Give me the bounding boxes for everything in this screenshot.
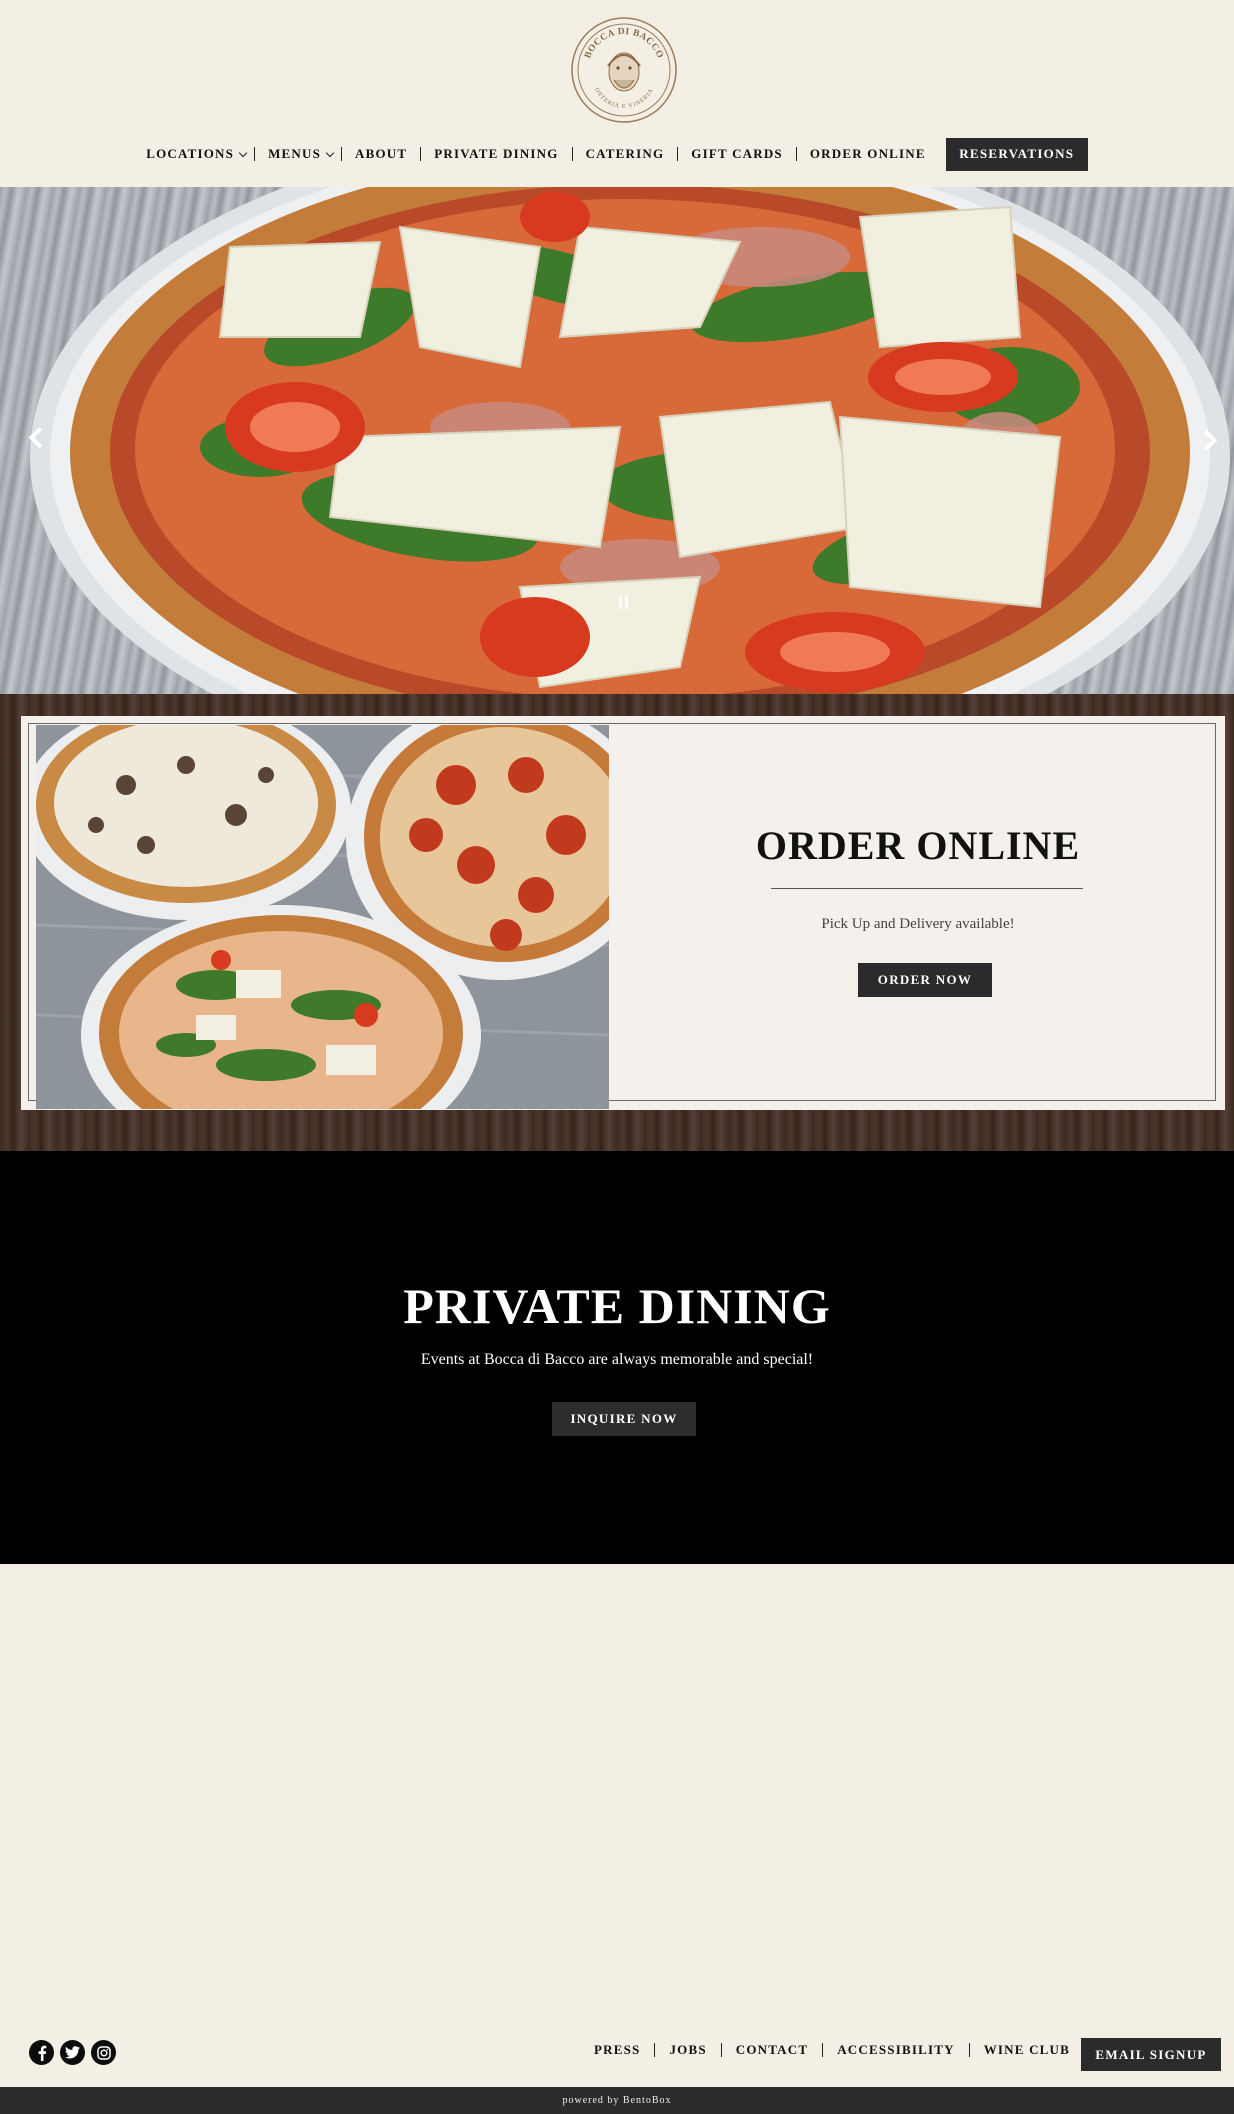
- nav-menus-label: MENUS: [268, 146, 322, 161]
- hero-slideshow: [0, 187, 1234, 694]
- instagram-icon[interactable]: [91, 2040, 116, 2065]
- order-online-subtitle: Pick Up and Delivery available!: [821, 916, 1015, 932]
- nav-gift-cards[interactable]: GIFT CARDS: [691, 146, 783, 162]
- chevron-down-icon: [325, 148, 335, 157]
- footer-link-jobs[interactable]: JOBS: [669, 2042, 706, 2058]
- order-online-card: ORDER ONLINE Pick Up and Delivery availa…: [21, 716, 1225, 1110]
- pause-icon[interactable]: [617, 595, 631, 609]
- powered-by-link[interactable]: powered by BentoBox: [563, 2095, 672, 2106]
- footer-divider: [720, 2043, 722, 2057]
- footer-links: PRESS JOBS CONTACT ACCESSIBILITY WINE CL…: [594, 2042, 1070, 2058]
- nav-locations-label: LOCATIONS: [146, 146, 235, 161]
- footer-divider: [968, 2043, 970, 2057]
- nav-about[interactable]: ABOUT: [355, 146, 407, 162]
- footer-divider: [822, 2043, 824, 2057]
- reservations-button[interactable]: RESERVATIONS: [945, 137, 1088, 171]
- pizzas-photo: [36, 725, 609, 1109]
- nav-divider: [341, 147, 343, 161]
- nav-divider: [420, 147, 422, 161]
- order-online-title: ORDER ONLINE: [755, 823, 1081, 868]
- site-header: BOCCA DI BACCO OSTERIA E VINERIA LOCATIO…: [0, 0, 1234, 187]
- bocca-di-bacco-logo[interactable]: BOCCA DI BACCO OSTERIA E VINERIA: [570, 16, 678, 124]
- social-links: [29, 2040, 116, 2065]
- nav-catering[interactable]: CATERING: [586, 146, 665, 162]
- nav-menus[interactable]: MENUS: [268, 146, 335, 162]
- nav-locations[interactable]: LOCATIONS: [146, 146, 248, 162]
- order-now-button[interactable]: ORDER NOW: [858, 963, 992, 997]
- footer-link-wine-club[interactable]: WINE CLUB: [984, 2042, 1070, 2058]
- nav-divider: [795, 147, 797, 161]
- twitter-icon[interactable]: [60, 2040, 85, 2065]
- site-footer: PRESS JOBS CONTACT ACCESSIBILITY WINE CL…: [0, 2030, 1234, 2076]
- nav-divider: [677, 147, 679, 161]
- private-dining-title: PRIVATE DINING: [403, 1278, 831, 1334]
- nav-order-online[interactable]: ORDER ONLINE: [810, 146, 926, 162]
- nav-divider: [571, 147, 573, 161]
- inquire-now-button[interactable]: INQUIRE NOW: [552, 1402, 696, 1436]
- footer-link-contact[interactable]: CONTACT: [736, 2042, 808, 2058]
- footer-divider: [654, 2043, 656, 2057]
- title-divider: [771, 888, 1083, 889]
- powered-by-bar: powered by BentoBox: [0, 2087, 1234, 2114]
- private-dining-section: PRIVATE DINING Events at Bocca di Bacco …: [0, 1151, 1234, 1564]
- footer-link-press[interactable]: PRESS: [594, 2042, 640, 2058]
- nav-private-dining[interactable]: PRIVATE DINING: [434, 146, 558, 162]
- footer-link-accessibility[interactable]: ACCESSIBILITY: [837, 2042, 954, 2058]
- main-nav: LOCATIONS MENUS ABOUT PRIVATE DINING CAT…: [0, 137, 1234, 171]
- nav-divider: [254, 147, 256, 161]
- facebook-icon[interactable]: [29, 2040, 54, 2065]
- chevron-down-icon: [238, 148, 248, 157]
- order-online-content: ORDER ONLINE Pick Up and Delivery availa…: [611, 716, 1225, 1110]
- email-signup-button[interactable]: EMAIL SIGNUP: [1081, 2038, 1221, 2071]
- private-dining-subtitle: Events at Bocca di Bacco are always memo…: [420, 1351, 814, 1368]
- order-online-section: ORDER ONLINE Pick Up and Delivery availa…: [0, 694, 1234, 1151]
- hero-pizza-image: [30, 187, 1230, 694]
